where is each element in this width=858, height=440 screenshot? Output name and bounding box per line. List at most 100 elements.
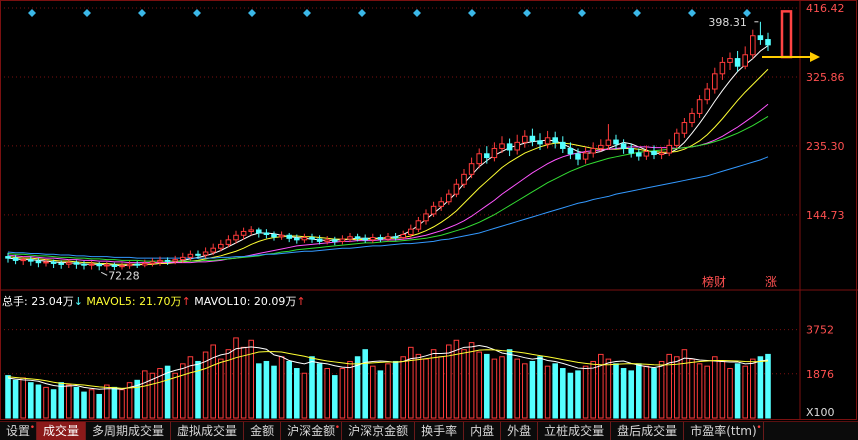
candle-body <box>142 262 148 266</box>
info-marker-icon <box>83 9 91 17</box>
volume-bar <box>240 346 247 419</box>
volume-bar <box>119 389 125 419</box>
volume-bar <box>142 370 148 419</box>
volume-bar <box>28 382 34 419</box>
tab-amount[interactable]: 金额 <box>244 422 282 440</box>
candle-body <box>681 122 688 134</box>
candle-body <box>620 143 627 149</box>
tab-sh-sz-bj-amount[interactable]: 沪深京金额 <box>342 422 416 440</box>
price-tick-label: 144.73 <box>806 209 845 222</box>
volume-bar <box>537 356 543 419</box>
candle-body <box>104 264 110 267</box>
low-pointer <box>100 271 108 276</box>
volume-bar <box>506 349 513 419</box>
tab-pe-ttm[interactable]: 市盈率(ttm) • <box>684 422 764 440</box>
volume-bar <box>643 365 650 419</box>
candle-body <box>453 183 460 195</box>
volume-bar <box>66 384 72 419</box>
volume-legend-mavol5-arrow: ↑ <box>182 295 195 308</box>
tab-after-hours-volume[interactable]: 盘后成交量 <box>611 422 685 440</box>
tab-volume[interactable]: 成交量 <box>37 422 87 440</box>
volume-bar <box>73 386 80 419</box>
candle-body <box>301 237 308 241</box>
candle-body <box>263 232 270 235</box>
volume-bar <box>560 368 566 419</box>
candle-body <box>529 135 536 142</box>
volume-bar <box>218 358 224 419</box>
candle-body <box>582 152 589 160</box>
volume-bar <box>453 339 460 419</box>
candle-body <box>354 236 361 239</box>
volume-bar <box>50 389 57 419</box>
stock-chart[interactable]: 416.42 325.86 235.30 144.73 398.31 72.28 榜财 涨总手… <box>0 0 858 421</box>
tab-outer-volume[interactable]: 外盘 <box>501 422 539 440</box>
volume-bar <box>362 349 368 419</box>
info-marker-icon <box>248 9 256 17</box>
info-marker-icon <box>468 9 476 17</box>
info-marker-icon <box>578 9 586 17</box>
volume-bar <box>35 384 42 419</box>
candle-body <box>552 137 558 143</box>
tab-settings[interactable]: 设置 • <box>0 422 38 440</box>
volume-bar <box>278 356 285 419</box>
volume-bar <box>567 372 574 419</box>
arrow-head <box>810 52 820 63</box>
volume-bar <box>438 356 444 419</box>
volume-bar <box>423 358 429 419</box>
candle-body <box>476 153 482 165</box>
candle-body <box>134 263 140 266</box>
tab-multi-period-volume[interactable]: 多周期成交量 <box>86 422 172 440</box>
volume-bar <box>324 368 330 419</box>
volume-bar <box>392 360 399 419</box>
candle-body <box>734 58 741 67</box>
annotation-label: 涨 <box>765 274 777 289</box>
candle-body <box>468 163 475 175</box>
volume-bar <box>263 360 270 419</box>
volume-bar <box>719 360 726 419</box>
volume-bar <box>613 363 619 419</box>
info-marker-icon <box>523 9 531 17</box>
candle-body <box>598 144 604 149</box>
volume-tick-label: 1876 <box>806 368 834 381</box>
price-tick-label: 416.42 <box>806 2 845 15</box>
candle-body <box>28 259 34 262</box>
tab-turnover-rate[interactable]: 换手率 <box>415 422 465 440</box>
candle-body <box>636 152 642 157</box>
tab-pile-volume[interactable]: 立桩成交量 <box>538 422 612 440</box>
volume-bar <box>681 349 688 419</box>
volume-bar <box>674 356 680 419</box>
volume-bar <box>5 375 11 419</box>
candle-body <box>5 256 11 259</box>
volume-bar <box>514 358 520 419</box>
volume-bar <box>582 365 589 419</box>
volume-bar <box>712 356 718 419</box>
candle-body <box>696 99 703 114</box>
tab-virtual-volume[interactable]: 虚拟成交量 <box>171 422 245 440</box>
candle-body <box>195 253 201 256</box>
volume-bar <box>271 365 277 419</box>
tab-inner-volume[interactable]: 内盘 <box>464 422 502 440</box>
candle-body <box>43 261 49 264</box>
candle-body <box>605 139 612 146</box>
candle-body <box>96 263 102 267</box>
volume-bar <box>339 368 346 419</box>
volume-bar <box>491 358 498 419</box>
volume-bar <box>689 358 695 419</box>
volume-bar <box>256 363 262 419</box>
volume-bar <box>385 363 391 419</box>
volume-bar <box>58 382 64 419</box>
annotation-label: 榜财 <box>702 274 726 289</box>
highlight-box <box>780 10 793 59</box>
volume-bar <box>12 379 19 419</box>
volume-bar <box>742 365 748 419</box>
candle-body <box>347 236 353 240</box>
candle-body <box>240 230 247 236</box>
candle-body <box>35 260 42 264</box>
candle-body <box>757 35 764 41</box>
candle-body <box>689 112 695 124</box>
tab-sh-sz-amount[interactable]: 沪深金额 • <box>281 422 343 440</box>
candle-body <box>157 259 163 263</box>
candle-body <box>233 234 239 241</box>
candle-body <box>81 263 87 266</box>
volume-bar <box>88 389 95 419</box>
